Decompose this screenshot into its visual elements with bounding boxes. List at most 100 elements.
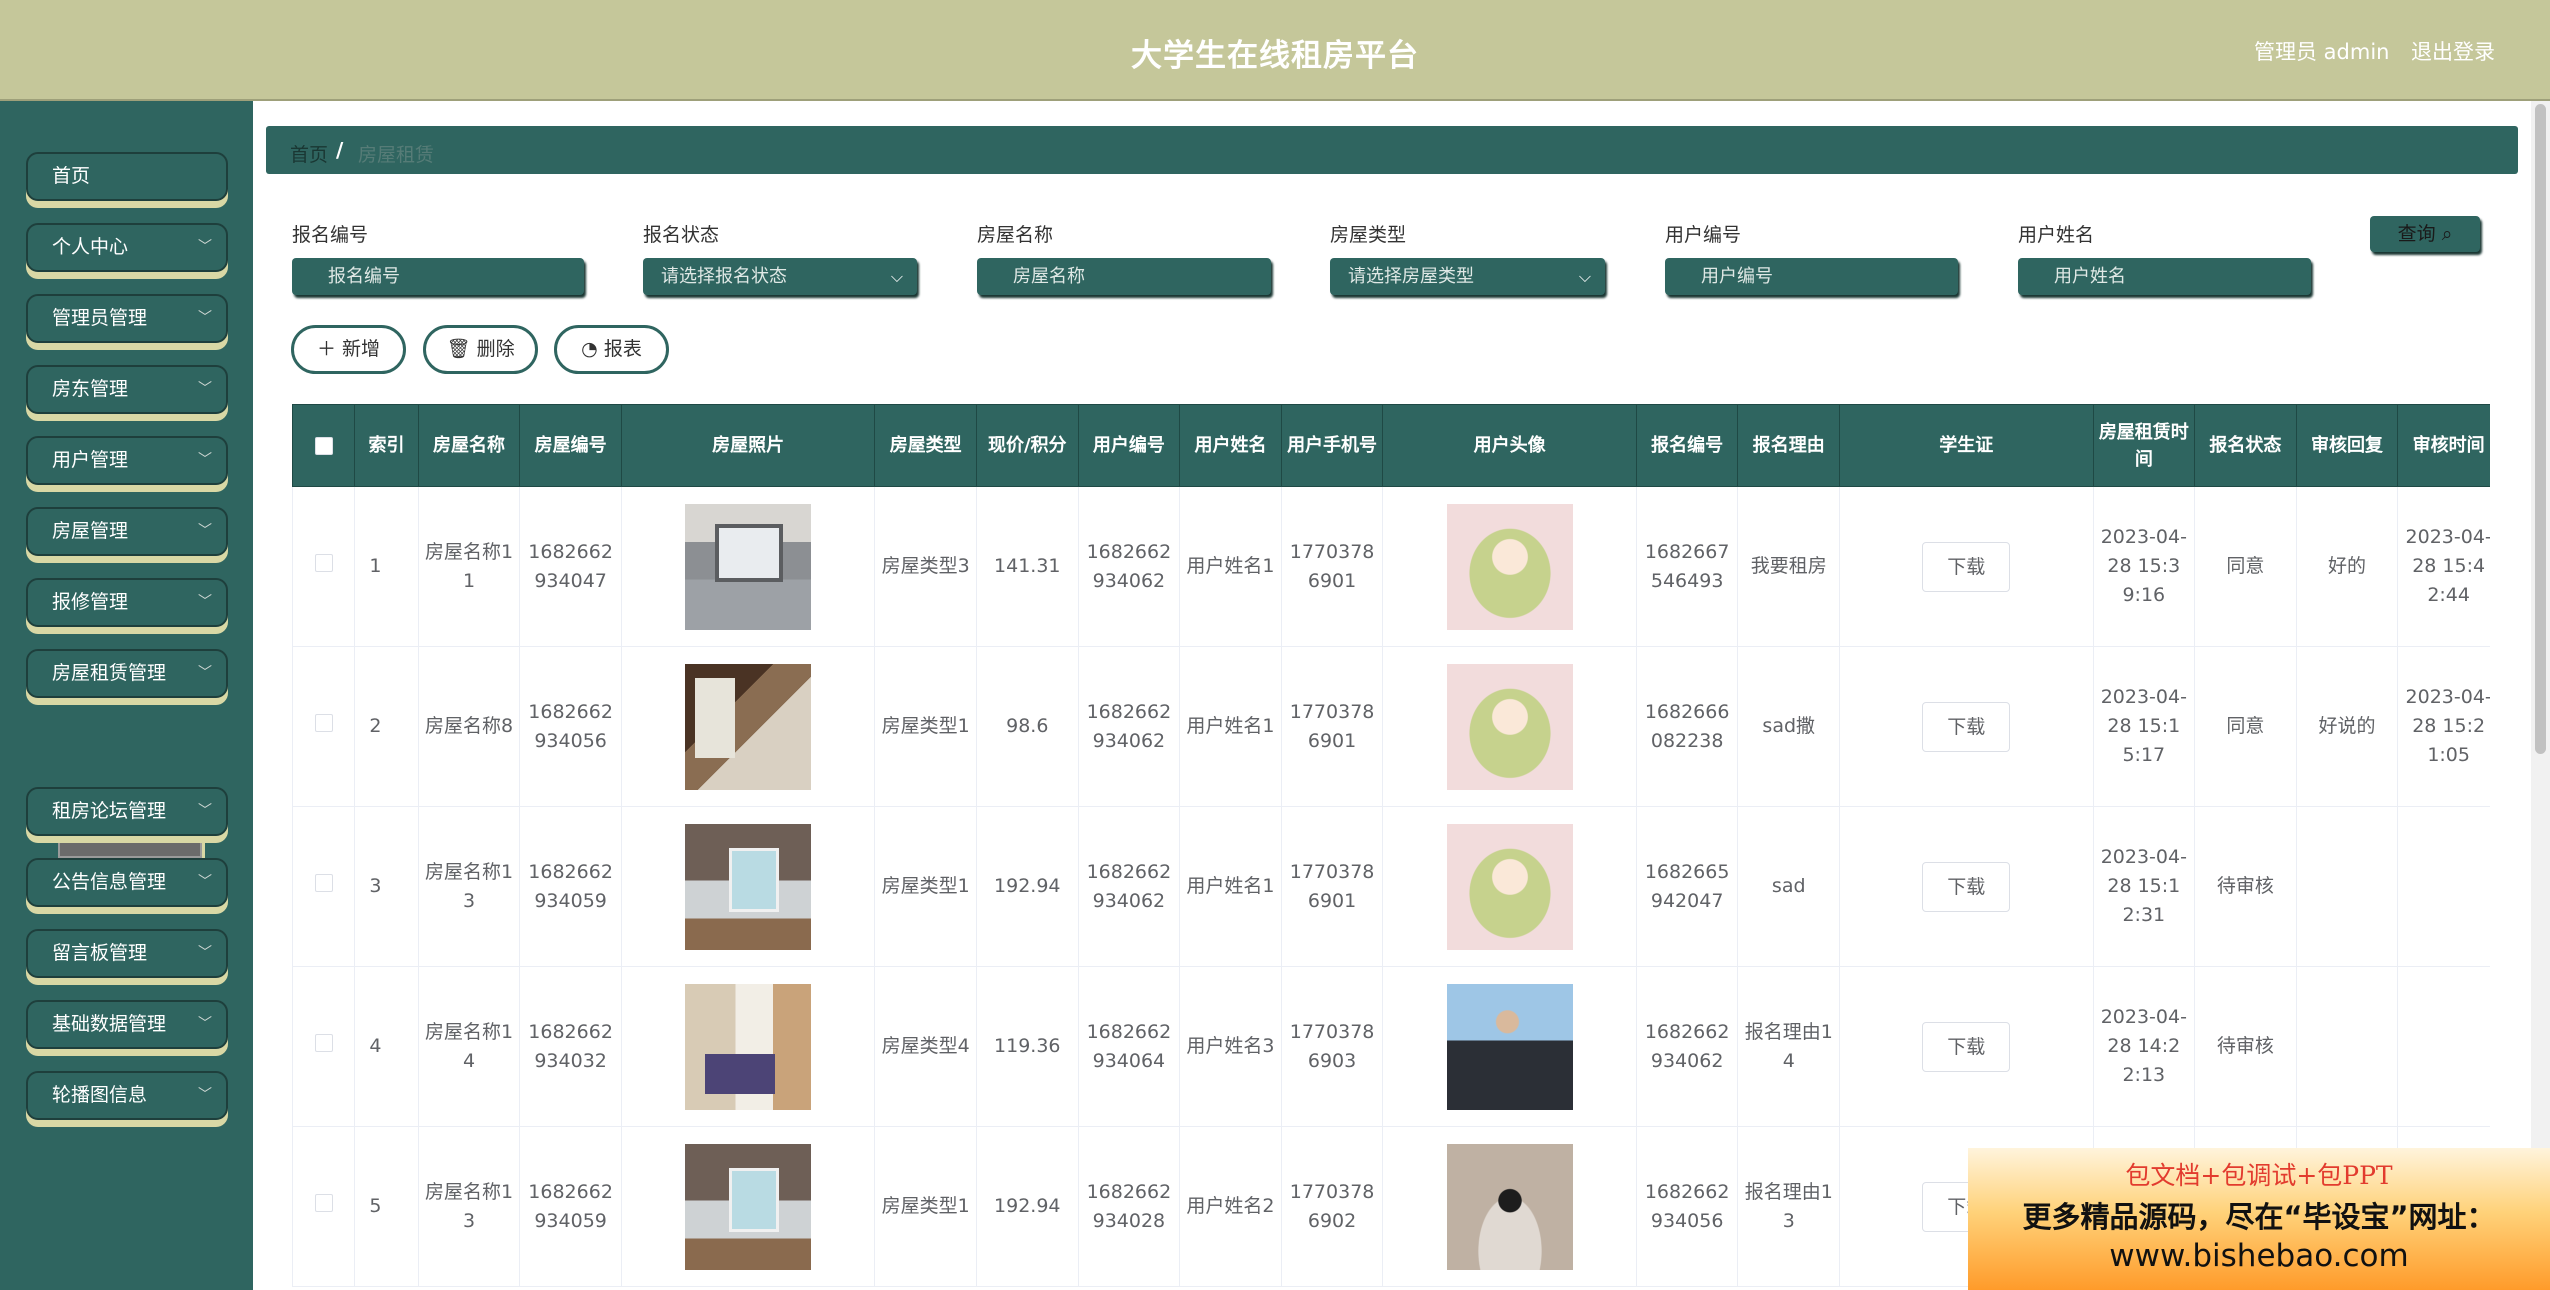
sidebar-item-notice-management[interactable]: 公告信息管理 ﹀ (26, 858, 228, 907)
download-button[interactable]: 下载 (1922, 861, 2011, 912)
download-button[interactable]: 下载 (1922, 541, 2011, 592)
cell-price: 192.94 (975, 1126, 1079, 1287)
row-select-cell[interactable] (292, 806, 356, 967)
row-checkbox[interactable] (314, 554, 333, 572)
sidebar-item-admin-management[interactable]: 管理员管理 ﹀ (26, 294, 228, 343)
column-header: 审核时间 (2397, 404, 2490, 487)
cell-status: 待审核 (2194, 966, 2297, 1127)
cell-apply-no: 1682665942047 (1635, 806, 1739, 967)
anime-avatar-icon[interactable] (1446, 663, 1573, 790)
row-select-cell[interactable] (292, 1126, 356, 1287)
cell-audit-time: 2023-04-28 15:42:44 (2397, 486, 2490, 647)
sidebar-item-forum-management[interactable]: 租房论坛管理 ﹀ (26, 787, 228, 836)
sidebar-item-message-board[interactable]: 留言板管理 ﹀ (26, 929, 228, 978)
cell-audit-time: 2023-04-28 15:21:05 (2397, 646, 2490, 807)
cell-phone: 17703786903 (1280, 966, 1384, 1127)
user-no-input[interactable]: 用户编号 (1665, 258, 1958, 295)
cell-student-card: 下载 (1839, 806, 2094, 967)
row-checkbox[interactable] (314, 1034, 333, 1052)
promo-line-1: 包文档+包调试+包PPT (2125, 1161, 2393, 1190)
select-all-checkbox[interactable] (314, 437, 333, 455)
chevron-down-icon: ﹀ (198, 945, 212, 961)
sidebar-item-label: 房屋管理 (52, 520, 129, 542)
sidebar-item-home[interactable]: 首页 (26, 152, 228, 201)
cell-user-name: 用户姓名1 (1179, 806, 1282, 967)
sidebar-item-label: 房东管理 (52, 378, 129, 400)
download-button[interactable]: 下载 (1922, 701, 2011, 752)
sidebar-item-personal-center[interactable]: 个人中心 ﹀ (26, 223, 228, 272)
sidebar-item-rental-management[interactable]: 房屋租赁管理 ﹀ (26, 649, 228, 698)
apply-no-input[interactable]: 报名编号 (292, 258, 584, 295)
anime-avatar-icon[interactable] (1446, 503, 1573, 630)
cell-house-type: 房屋类型4 (874, 966, 977, 1127)
room-photo-icon[interactable] (685, 1143, 812, 1270)
cell-house-name: 房屋名称8 (417, 646, 521, 807)
cell-reason: sad (1737, 806, 1841, 967)
chevron-down-icon: ﹀ (198, 310, 212, 326)
cell-phone: 17703786901 (1280, 806, 1384, 967)
breadcrumb-current: 房屋租赁 (358, 144, 435, 166)
row-select-cell[interactable] (292, 966, 356, 1127)
filter-label-user-name: 用户姓名 (2018, 224, 2095, 246)
room-photo-icon[interactable] (685, 823, 812, 950)
sidebar-item-label: 留言板管理 (52, 942, 148, 964)
user-photo-icon[interactable] (1446, 983, 1573, 1110)
sidebar-item-user-management[interactable]: 用户管理 ﹀ (26, 436, 228, 485)
cell-house-type: 房屋类型1 (874, 1126, 977, 1287)
report-button[interactable]: ◔ 报表 (554, 325, 669, 374)
user-photo-icon[interactable] (1446, 1143, 1573, 1270)
add-label: 新增 (342, 338, 381, 360)
anime-avatar-icon[interactable] (1446, 823, 1573, 950)
column-header: 报名理由 (1737, 404, 1841, 487)
promo-banner[interactable]: 包文档+包调试+包PPT 更多精品源码，尽在“毕设宝”网址： www.bishe… (1968, 1148, 2550, 1290)
row-checkbox[interactable] (314, 714, 333, 732)
cell-phone: 17703786902 (1280, 1126, 1384, 1287)
cell-house-type: 房屋类型3 (874, 486, 977, 647)
column-header: 用户姓名 (1179, 404, 1282, 487)
row-checkbox[interactable] (314, 1194, 333, 1212)
select-all-header[interactable] (292, 404, 356, 487)
breadcrumb-home[interactable]: 首页 (290, 140, 328, 167)
cell-house-no: 1682662934059 (519, 806, 622, 967)
cell-user-no: 1682662934028 (1077, 1126, 1181, 1287)
sidebar-item-base-data[interactable]: 基础数据管理 ﹀ (26, 1000, 228, 1049)
house-name-input[interactable]: 房屋名称 (977, 258, 1271, 295)
sidebar-item-repair-management[interactable]: 报修管理 ﹀ (26, 578, 228, 627)
query-button[interactable]: 查询 ⌕ (2370, 216, 2480, 252)
cell-index: 5 (354, 1126, 419, 1287)
row-checkbox[interactable] (314, 874, 333, 892)
chevron-down-icon: ﹀ (198, 239, 212, 255)
sidebar-item-carousel[interactable]: 轮播图信息 ﹀ (26, 1071, 228, 1120)
table-header-row: 索引 房屋名称 房屋编号 房屋照片 房屋类型 现价/积分 用户编号 用户姓名 用… (292, 404, 2490, 487)
room-photo-icon[interactable] (685, 503, 812, 630)
chevron-down-icon: ﹀ (198, 665, 212, 681)
cell-user-name: 用户姓名1 (1179, 646, 1282, 807)
cell-index: 1 (354, 486, 419, 647)
cell-apply-no: 1682662934062 (1635, 966, 1739, 1127)
logout-link[interactable]: 退出登录 (2411, 36, 2495, 66)
cell-reason: 报名理由13 (1737, 1126, 1841, 1287)
add-button[interactable]: ＋ 新增 (291, 325, 406, 374)
cell-house-type: 房屋类型1 (874, 646, 977, 807)
house-type-select[interactable]: 请选择房屋类型 ⌵ (1330, 258, 1605, 295)
download-button[interactable]: 下载 (1922, 1021, 2011, 1072)
page-scrollbar[interactable] (2535, 104, 2546, 754)
room-photo-icon[interactable] (685, 983, 812, 1110)
cell-rent-time: 2023-04-28 15:12:31 (2092, 806, 2196, 967)
delete-button[interactable]: 🗑 删除 (423, 325, 538, 374)
cell-house-no: 1682662934047 (519, 486, 622, 647)
room-photo-icon[interactable] (685, 663, 812, 790)
sidebar-item-house-management[interactable]: 房屋管理 ﹀ (26, 507, 228, 556)
cell-reply: 好的 (2295, 486, 2399, 647)
user-name-input[interactable]: 用户姓名 (2018, 258, 2311, 295)
cell-student-card: 下载 (1839, 966, 2094, 1127)
sidebar-item-landlord-management[interactable]: 房东管理 ﹀ (26, 365, 228, 414)
row-select-cell[interactable] (292, 646, 356, 807)
cell-rent-time: 2023-04-28 15:15:17 (2092, 646, 2196, 807)
plus-icon: ＋ (316, 338, 336, 360)
row-select-cell[interactable] (292, 486, 356, 647)
cell-user-no: 1682662934062 (1077, 646, 1181, 807)
apply-status-select[interactable]: 请选择报名状态 ⌵ (643, 258, 917, 295)
cell-reply (2295, 806, 2399, 967)
cell-status: 待审核 (2194, 806, 2297, 967)
